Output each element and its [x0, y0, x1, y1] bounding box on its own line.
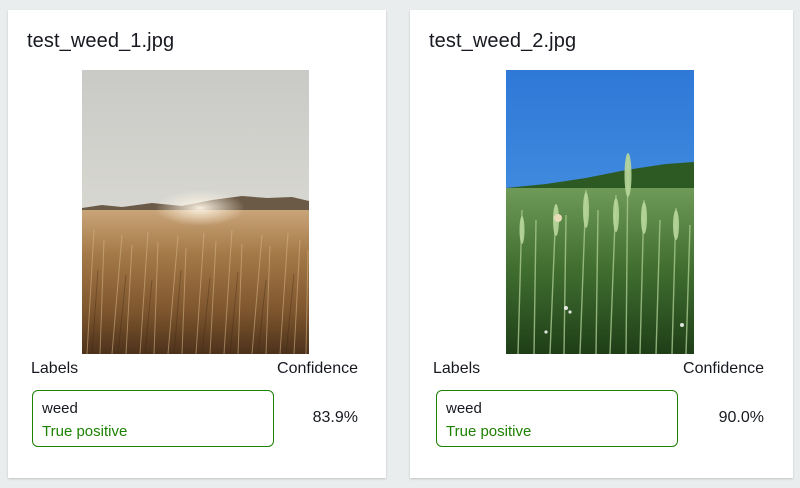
image-file-name: test_weed_1.jpg [27, 30, 175, 52]
confidence-column-header: Confidence [683, 360, 764, 377]
result-card: test_weed_2.jpg Labels Confidence weed T… [410, 10, 793, 478]
label-name: weed [446, 400, 482, 417]
label-result-box: weed True positive [436, 390, 678, 447]
labels-column-header: Labels [31, 360, 79, 377]
result-card: test_weed_1.jpg Labels Confidence weed T… [8, 10, 386, 478]
test-image-green-wheat-field [506, 70, 694, 354]
labels-column-header: Labels [433, 360, 481, 377]
confidence-value: 83.9% [312, 409, 358, 426]
image-file-name: test_weed_2.jpg [429, 30, 577, 52]
test-image-dry-grass-field [82, 70, 309, 354]
label-result-box: weed True positive [32, 390, 274, 447]
true-positive-status: True positive [446, 423, 532, 440]
label-name: weed [42, 400, 78, 417]
true-positive-status: True positive [42, 423, 128, 440]
confidence-column-header: Confidence [277, 360, 358, 377]
confidence-value: 90.0% [718, 409, 764, 426]
